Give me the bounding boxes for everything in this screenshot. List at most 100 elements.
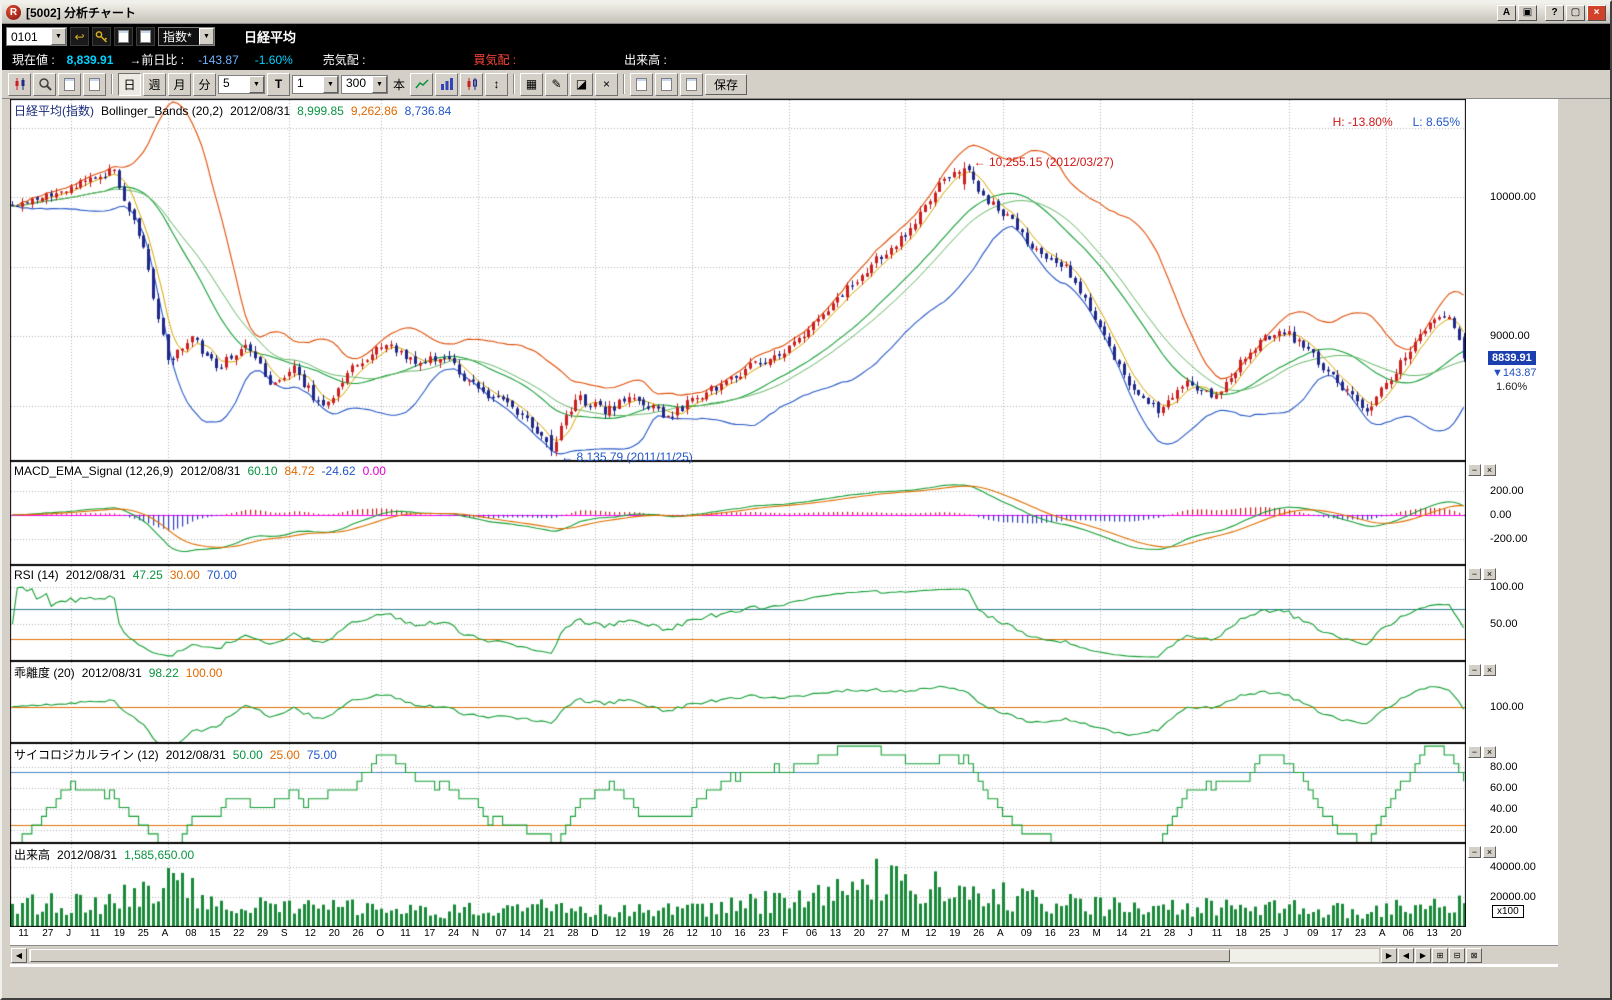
study-date: 2012/08/31	[230, 104, 291, 118]
candlestick-icon	[467, 78, 477, 90]
x-axis-label: 14	[1116, 928, 1128, 939]
magnifier-icon	[38, 78, 52, 91]
restore-button[interactable]: ▢	[1566, 4, 1585, 21]
chart-style-button[interactable]	[8, 72, 31, 96]
erase-tool-button[interactable]: ◪	[570, 72, 594, 96]
scroll-left-button[interactable]: ◀	[11, 947, 27, 963]
symbol-name: 日経平均	[244, 30, 297, 45]
titlebar[interactable]: R [5002] 分析チャート A ▣ ? ▢ ×	[2, 2, 1610, 24]
x-axis-label: M	[1092, 928, 1101, 939]
x-axis-label: 11	[1211, 928, 1223, 939]
news-doc-button[interactable]	[136, 27, 155, 46]
change-value: -143.87	[198, 52, 239, 67]
x-axis-label: M	[901, 928, 910, 939]
pan-left-button[interactable]: ◀	[1398, 947, 1414, 963]
kairi-level: 100.00	[185, 666, 223, 680]
chevron-down-icon[interactable]: ▼	[249, 75, 264, 93]
x-axis-label: 17	[424, 928, 436, 939]
study-name: MACD_EMA_Signal (12,26,9)	[14, 464, 174, 478]
price-change-badge: ▼143.87	[1492, 367, 1537, 380]
kairi-chart-canvas[interactable]	[10, 661, 1466, 743]
current-price-label: 現在値 :	[12, 53, 55, 67]
scroll-right-button[interactable]: ▶	[1381, 947, 1397, 963]
minute-interval-combobox[interactable]: 5 ▼	[218, 74, 265, 94]
delete-drawing-button[interactable]: ×	[595, 72, 619, 96]
bb-lower-value: 8,736.84	[404, 104, 452, 118]
grid-toggle-button[interactable]: ▦	[520, 72, 544, 96]
key-icon-button[interactable]	[92, 27, 111, 46]
zoom-button[interactable]	[33, 72, 56, 96]
help-button[interactable]: ?	[1545, 4, 1564, 21]
document-icon	[64, 77, 75, 91]
volume-chart-canvas[interactable]	[10, 843, 1466, 927]
psych-close-button[interactable]: ×	[1483, 746, 1496, 758]
save-button[interactable]: 保存	[705, 73, 748, 95]
scrollbar-thumb[interactable]	[30, 948, 1230, 962]
bar-chart-button[interactable]	[435, 72, 459, 96]
chevron-down-icon[interactable]: ▼	[323, 75, 338, 93]
x-axis-label: 22	[233, 928, 245, 939]
period-minute-button[interactable]: 分	[193, 72, 216, 96]
x-axis-label: 24	[447, 928, 460, 939]
price-axis-label: 9000.00	[1490, 330, 1530, 343]
kairi-close-button[interactable]: ×	[1483, 664, 1496, 676]
export-button[interactable]	[83, 72, 106, 96]
x-axis: 11 27 J 11 19 25 A 08 15 22 29 S 12 20 26 O 11 17 24 N 07 14 2…	[10, 927, 1466, 943]
chevron-down-icon[interactable]: ▼	[51, 28, 66, 45]
copy-chart-button[interactable]	[58, 72, 81, 96]
macd-minimize-button[interactable]: −	[1468, 464, 1481, 476]
period-monthly-button[interactable]: 月	[168, 72, 191, 96]
price-chart-canvas[interactable]	[10, 99, 1466, 461]
macd-close-button[interactable]: ×	[1483, 464, 1496, 476]
x-axis-label: A	[161, 928, 169, 939]
bars-unit-label: 本	[393, 77, 406, 92]
period-weekly-button[interactable]: 週	[143, 72, 166, 96]
layout-button[interactable]	[655, 72, 679, 96]
pan-right-button[interactable]: ▶	[1415, 947, 1431, 963]
layout-grid-button[interactable]: ⊠	[1466, 947, 1482, 963]
bar-count-combobox[interactable]: 300 ▼	[341, 74, 388, 94]
x-axis-label: F	[782, 928, 789, 939]
rsi-close-button[interactable]: ×	[1483, 568, 1496, 580]
zoom-out-button[interactable]: ⊟	[1449, 947, 1465, 963]
chevron-down-icon[interactable]: ▼	[372, 75, 387, 93]
x-axis-label: 23	[1355, 928, 1367, 939]
candle-chart-button[interactable]	[460, 72, 484, 96]
chevron-down-icon[interactable]: ▼	[199, 28, 214, 45]
scale-toggle-button[interactable]: ↕	[485, 72, 509, 96]
document-icon	[140, 30, 151, 43]
draw-tool-button[interactable]: ✎	[545, 72, 569, 96]
titlebar-window-icon-button[interactable]: ▣	[1518, 4, 1537, 21]
order-doc-button[interactable]	[114, 27, 133, 46]
rsi-upper-level: 70.00	[206, 568, 237, 582]
x-axis-label: S	[280, 928, 288, 939]
volume-close-button[interactable]: ×	[1483, 846, 1496, 858]
category-combobox[interactable]: 指数* ▼	[158, 27, 215, 46]
back-button[interactable]: ↩	[70, 27, 89, 46]
rsi-minimize-button[interactable]: −	[1468, 568, 1481, 580]
x-axis-label: 09	[1307, 928, 1319, 939]
scrollbar-track[interactable]	[28, 947, 1380, 963]
zoom-in-button[interactable]: ⊞	[1432, 947, 1448, 963]
close-button[interactable]: ×	[1587, 4, 1606, 21]
volume-label: 出来高 :	[624, 53, 667, 67]
rsi-axis-label: 50.00	[1490, 618, 1518, 631]
psych-minimize-button[interactable]: −	[1468, 746, 1481, 758]
kairi-minimize-button[interactable]: −	[1468, 664, 1481, 676]
document-icon	[686, 77, 698, 91]
symbol-code-input[interactable]	[7, 28, 51, 45]
template-button[interactable]	[630, 72, 654, 96]
volume-minimize-button[interactable]: −	[1468, 846, 1481, 858]
unit-combobox[interactable]: 1 ▼	[292, 74, 339, 94]
titlebar-a-button[interactable]: A	[1497, 4, 1516, 21]
symbol-code-combobox[interactable]: ▼	[6, 27, 67, 46]
vol-axis-label: 20000.00	[1490, 891, 1536, 903]
rsi-panel-controls: − ×	[1468, 568, 1496, 580]
tick-button[interactable]: T	[267, 72, 290, 96]
period-daily-button[interactable]: 日	[118, 72, 141, 96]
line-chart-button[interactable]	[410, 72, 434, 96]
x-axis-label: 26	[973, 928, 985, 939]
study-name: Bollinger_Bands (20,2)	[101, 104, 224, 118]
print-button[interactable]	[680, 72, 704, 96]
x-axis-label: 15	[209, 928, 221, 939]
